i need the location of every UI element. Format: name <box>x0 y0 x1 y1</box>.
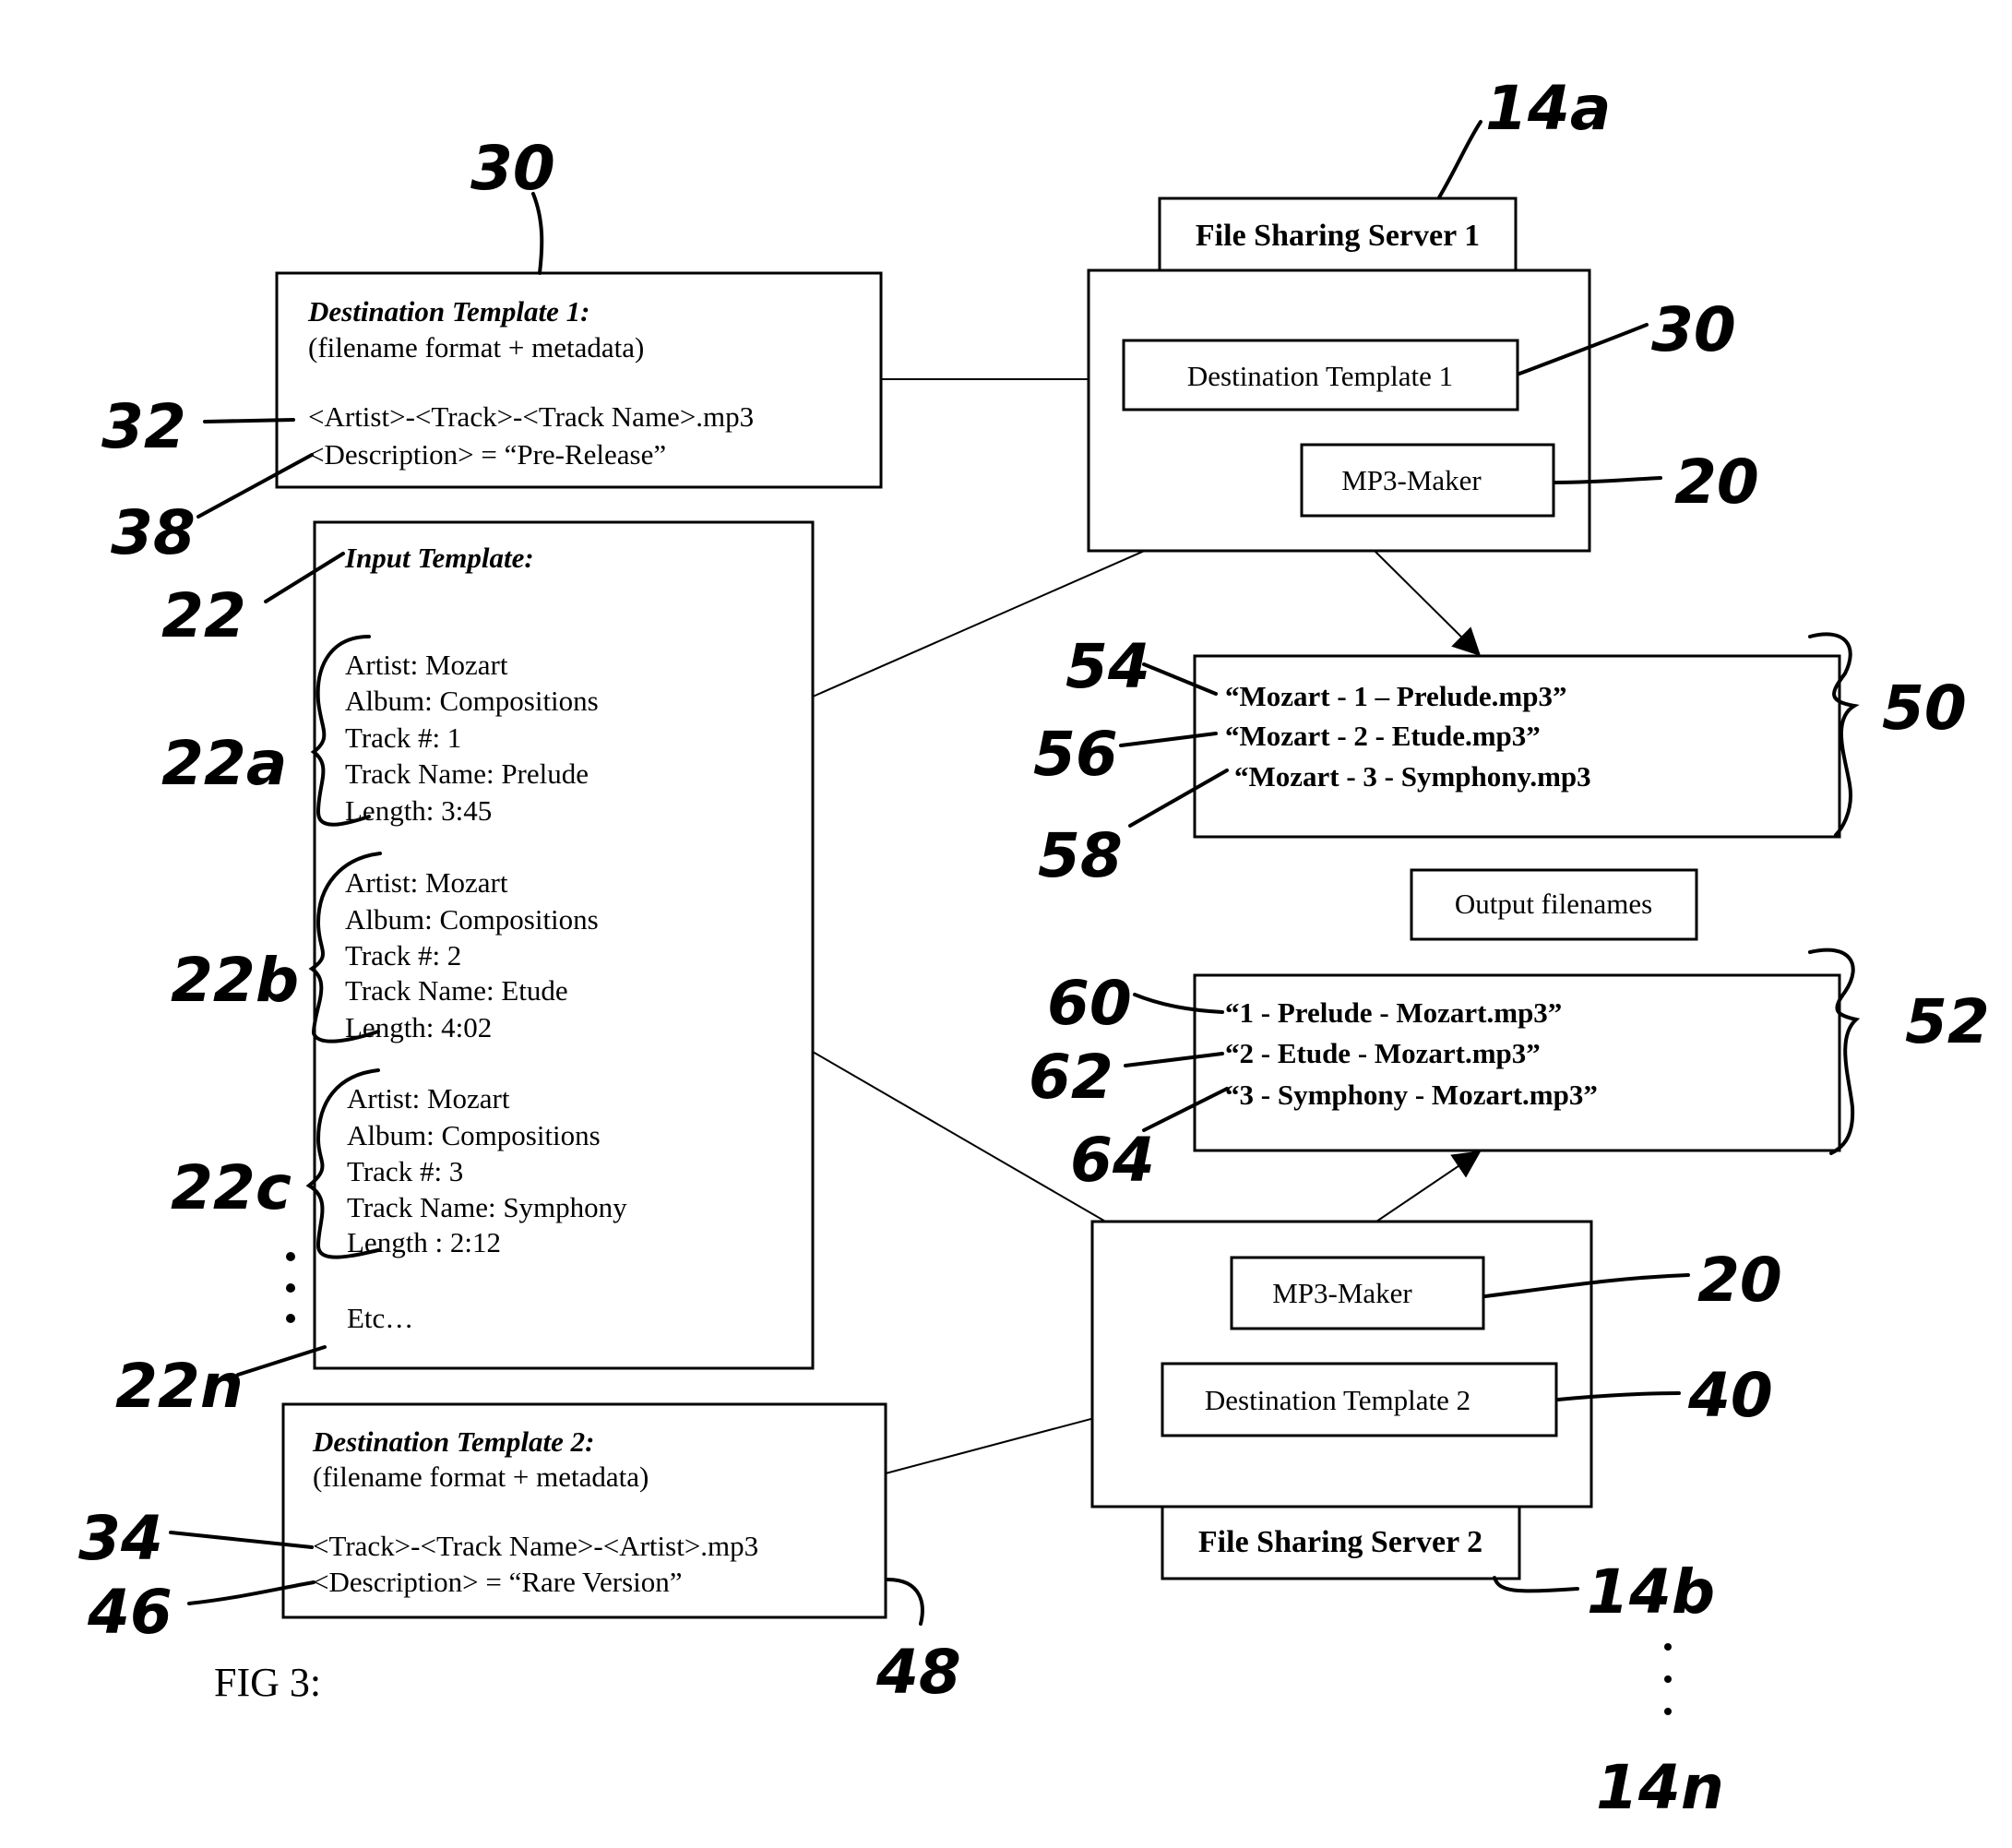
ref-40-label: 40 <box>1687 1360 1773 1431</box>
record-line: Album: Compositions <box>347 1119 601 1151</box>
output1-file: “Mozart - 2 - Etude.mp3” <box>1225 720 1541 752</box>
ref-14a-leader <box>1437 120 1482 199</box>
ellipsis-dot <box>286 1314 295 1323</box>
ref-38-label: 38 <box>111 497 196 568</box>
dt2-format-line: <Track>-<Track Name>-<Artist>.mp3 <box>313 1530 758 1562</box>
ref-30-leader <box>531 192 544 275</box>
ref-22a-label: 22a <box>161 728 287 799</box>
record-line: Track #: 1 <box>345 721 461 754</box>
output2-file: “2 - Etude - Mozart.mp3” <box>1225 1037 1541 1069</box>
dt1-subtitle: (filename format + metadata) <box>308 331 644 364</box>
record-line: Track Name: Symphony <box>347 1191 627 1223</box>
ref-50-label: 50 <box>1882 673 1967 744</box>
record-line: Track Name: Prelude <box>345 757 589 790</box>
figure-caption: FIG 3: <box>214 1660 321 1705</box>
server2-mp3maker-label: MP3-Maker <box>1272 1277 1412 1309</box>
record-line: Artist: Mozart <box>345 649 508 681</box>
ref-14n-label: 14n <box>1596 1752 1724 1823</box>
ellipsis-dot <box>1664 1675 1672 1683</box>
output-filenames-group-2: “1 - Prelude - Mozart.mp3” “2 - Etude - … <box>1193 973 1841 1152</box>
ellipsis-dot <box>1664 1643 1672 1651</box>
dt2-title: Destination Template 2: <box>312 1425 594 1458</box>
record-line: Track #: 2 <box>345 939 461 972</box>
server2-template-label: Destination Template 2 <box>1205 1384 1470 1416</box>
dt1-format-line: <Artist>-<Track>-<Track Name>.mp3 <box>308 400 754 433</box>
patent-figure: Destination Template 1: (filename format… <box>78 73 1990 1823</box>
output-filenames-group-1: “Mozart - 1 – Prelude.mp3” “Mozart - 2 -… <box>1193 654 1841 839</box>
output2-file: “3 - Symphony - Mozart.mp3” <box>1225 1079 1598 1111</box>
output2-file: “1 - Prelude - Mozart.mp3” <box>1225 996 1562 1029</box>
input-template-box: Input Template: Artist: Mozart Album: Co… <box>313 520 815 1370</box>
dt1-description-line: <Description> = “Pre-Release” <box>308 438 666 471</box>
ref-22c-label: 22c <box>171 1152 292 1223</box>
file-sharing-server-1: File Sharing Server 1 Destination Templa… <box>1087 197 1591 553</box>
ref-20b-label: 20 <box>1697 1245 1782 1316</box>
ref-14b-label: 14b <box>1587 1556 1715 1627</box>
ref-64-label: 64 <box>1070 1125 1155 1196</box>
output1-file: “Mozart - 1 – Prelude.mp3” <box>1225 680 1567 712</box>
file-sharing-server-2: MP3-Maker Destination Template 2 File Sh… <box>1090 1220 1593 1580</box>
ref-46-label: 46 <box>87 1577 173 1648</box>
server2-label: File Sharing Server 2 <box>1198 1525 1482 1559</box>
ref-20a-label: 20 <box>1674 447 1759 518</box>
arrow-server2-to-output2 <box>1375 1151 1482 1222</box>
ellipsis-dot <box>1664 1708 1672 1715</box>
ref-32-leader <box>203 418 295 423</box>
ref-30b-label: 30 <box>1651 294 1736 365</box>
record-line: Artist: Mozart <box>345 866 508 899</box>
server1-mp3maker-label: MP3-Maker <box>1341 464 1482 496</box>
dt1-title: Destination Template 1: <box>307 295 589 328</box>
ref-58-label: 58 <box>1038 820 1123 891</box>
dt2-description-line: <Description> = “Rare Version” <box>313 1566 683 1598</box>
record-line: Artist: Mozart <box>347 1082 510 1115</box>
record-line: Track #: 3 <box>347 1155 463 1187</box>
ref-30-label: 30 <box>470 133 555 204</box>
output-filenames-label: Output filenames <box>1455 888 1652 920</box>
ref-14a-label: 14a <box>1485 73 1611 144</box>
ref-56-label: 56 <box>1033 719 1118 790</box>
record-line: Album: Compositions <box>345 685 599 717</box>
input-template-title: Input Template: <box>344 542 534 574</box>
destination-template-2-box: Destination Template 2: (filename format… <box>281 1402 887 1619</box>
ref-22n-leader <box>236 1345 327 1377</box>
ref-22b-label: 22b <box>171 945 299 1016</box>
ref-60-label: 60 <box>1047 968 1132 1039</box>
ref-52-label: 52 <box>1905 986 1990 1057</box>
dt2-subtitle: (filename format + metadata) <box>313 1461 649 1493</box>
ref-34-label: 34 <box>78 1503 163 1574</box>
arrow-server1-to-output1 <box>1374 550 1482 657</box>
ref-22n-label: 22n <box>115 1351 244 1422</box>
ellipsis-dot <box>286 1283 295 1293</box>
ref-32-label: 32 <box>101 391 186 462</box>
record-line: Album: Compositions <box>345 903 599 936</box>
output-filenames-label-box: Output filenames <box>1410 868 1698 941</box>
input-etc: Etc… <box>347 1302 413 1334</box>
ref-48-leader <box>886 1578 924 1626</box>
output1-file: “Mozart - 3 - Symphony.mp3 <box>1234 760 1591 793</box>
ref-62-label: 62 <box>1029 1042 1113 1113</box>
server1-label: File Sharing Server 1 <box>1196 219 1480 253</box>
destination-template-1-box: Destination Template 1: (filename format… <box>275 271 883 489</box>
ref-54-label: 54 <box>1066 631 1150 702</box>
ref-22-label: 22 <box>161 580 246 651</box>
ellipsis-dot <box>286 1252 295 1261</box>
server1-template-label: Destination Template 1 <box>1187 360 1453 392</box>
record-line: Length: 4:02 <box>345 1011 492 1043</box>
ref-48-label: 48 <box>875 1637 961 1708</box>
record-line: Track Name: Etude <box>345 974 568 1007</box>
record-line: Length: 3:45 <box>345 794 492 827</box>
